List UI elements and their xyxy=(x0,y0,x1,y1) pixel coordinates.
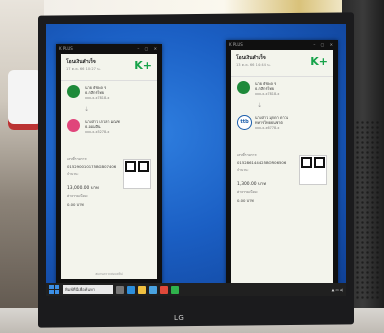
windows-start-icon[interactable] xyxy=(49,285,59,294)
slip-window-left[interactable]: K PLUS – ▢ ✕ โอนเงินสำเร็จ 17 ต.ค. 66 10… xyxy=(56,44,162,284)
window-title: K PLUS xyxy=(229,41,243,47)
taskbar-search-input[interactable]: พิมพ์ที่นี่เพื่อค้นหา xyxy=(63,285,113,294)
receiver-account: xxx-x-x6778-x xyxy=(255,126,280,130)
sender-block: นาย ธัชพล รธ.กสิกรไทย xxx-x-x7818-x xyxy=(231,77,333,101)
amount-label: จำนวน: xyxy=(237,168,249,172)
pc-tower-mesh xyxy=(350,120,380,300)
background-car xyxy=(8,70,42,130)
kbank-logo-icon xyxy=(237,81,250,94)
kbank-logo-icon xyxy=(67,85,80,98)
down-arrow-icon: ⇣ xyxy=(256,102,263,109)
task-view-icon[interactable] xyxy=(116,285,124,294)
fee-label: ค่าธรรมเนียม: xyxy=(67,194,88,198)
receiver-name: นางสาว เกวลา มณฑ ธ.ออมสิน xyxy=(85,119,120,129)
amount-value: 13,000.00 บาท xyxy=(67,186,99,191)
slip-title: โอนเงินสำเร็จ xyxy=(66,59,96,65)
slip-header: โอนเงินสำเร็จ 13 ต.ค. 66 14:44 น. K+ xyxy=(231,50,333,77)
window-titlebar[interactable]: K PLUS – ▢ ✕ xyxy=(56,44,162,52)
window-controls[interactable]: – ▢ ✕ xyxy=(137,46,159,51)
window-title: K PLUS xyxy=(59,45,73,51)
kplus-logo: K+ xyxy=(310,55,328,68)
monitor-screen: K PLUS – ▢ ✕ โอนเงินสำเร็จ 17 ต.ค. 66 10… xyxy=(46,24,346,296)
sender-name: นาย ธัชพล รธ.กสิกรไทย xyxy=(85,85,107,95)
file-explorer-icon[interactable] xyxy=(138,285,146,294)
app-icon[interactable] xyxy=(171,285,179,294)
photo-scene: LG K PLUS – ▢ ✕ โอนเงินสำเร็จ 17 ต.ค. 66… xyxy=(0,0,384,333)
windows-taskbar: พิมพ์ที่นี่เพื่อค้นหา ▲ ▭ ◂) xyxy=(46,283,346,296)
gsb-logo-icon xyxy=(67,119,80,132)
amount-label: จำนวน: xyxy=(67,172,79,176)
fee-value: 0.00 บาท xyxy=(237,198,254,203)
slip-title: โอนเงินสำเร็จ xyxy=(236,55,266,61)
slip-date: 13 ต.ค. 66 14:44 น. xyxy=(236,63,271,67)
window-controls[interactable]: – ▢ ✕ xyxy=(313,42,335,47)
slip-date: 17 ต.ค. 66 10:27 น. xyxy=(66,67,101,71)
transfer-slip: โอนเงินสำเร็จ 13 ต.ค. 66 14:44 น. K+ นาย… xyxy=(231,50,333,283)
transfer-slip: โอนเงินสำเร็จ 17 ต.ค. 66 10:27 น. K+ นาย… xyxy=(61,54,157,279)
ref-number: 015290010175BGB07406 xyxy=(67,164,117,169)
slip-window-right[interactable]: K PLUS – ▢ ✕ โอนเงินสำเร็จ 13 ต.ค. 66 14… xyxy=(226,40,338,288)
ref-number: 015286144425BOR06506 xyxy=(237,160,287,165)
sender-name: นาย ธัชพล รธ.กสิกรไทย xyxy=(255,81,277,91)
sender-account: xxx-x-x7818-x xyxy=(255,92,280,96)
receiver-account: xxx-x-x5278-x xyxy=(85,130,110,134)
sender-account: xxx-x-x7818-x xyxy=(85,96,110,100)
qr-code xyxy=(299,155,327,185)
kplus-logo: K+ xyxy=(134,59,152,72)
slip-header: โอนเงินสำเร็จ 17 ต.ค. 66 10:27 น. K+ xyxy=(61,54,157,81)
fee-label: ค่าธรรมเนียม: xyxy=(237,190,258,194)
qr-code xyxy=(123,159,151,189)
ttb-logo-icon: ttb xyxy=(237,115,252,130)
monitor-logo: LG xyxy=(174,314,185,322)
amount-value: 1,300.00 บาท xyxy=(237,182,267,187)
sender-block: นาย ธัชพล รธ.กสิกรไทย xxx-x-x7818-x xyxy=(61,81,157,105)
fee-value: 0.00 บาท xyxy=(67,202,84,207)
ref-label: เลขที่รายการ: xyxy=(237,153,258,157)
chrome-icon[interactable] xyxy=(160,285,168,294)
ref-label: เลขที่รายการ: xyxy=(67,157,88,161)
store-icon[interactable] xyxy=(149,285,157,294)
receiver-block: นางสาว เกวลา มณฑ ธ.ออมสิน xxx-x-x5278-x xyxy=(61,115,157,139)
receiver-block: ttb นางสาว มุกดา ดาวเ ทหารไทยธนชาต xxx-x-… xyxy=(231,111,333,135)
receiver-name: นางสาว มุกดา ดาวเ ทหารไทยธนชาต xyxy=(255,115,289,125)
slip-details: เลขที่รายการ: 015290010175BGB07406 จำนวน… xyxy=(61,139,157,229)
window-titlebar[interactable]: K PLUS – ▢ ✕ xyxy=(226,40,338,48)
slip-note: สแกนตรวจสอบสลิป xyxy=(95,272,123,276)
system-tray[interactable]: ▲ ▭ ◂) xyxy=(332,288,343,292)
down-arrow-icon: ⇣ xyxy=(83,106,90,113)
slip-details: เลขที่รายการ: 015286144425BOR06506 จำนวน… xyxy=(231,135,333,225)
edge-icon[interactable] xyxy=(127,285,135,294)
